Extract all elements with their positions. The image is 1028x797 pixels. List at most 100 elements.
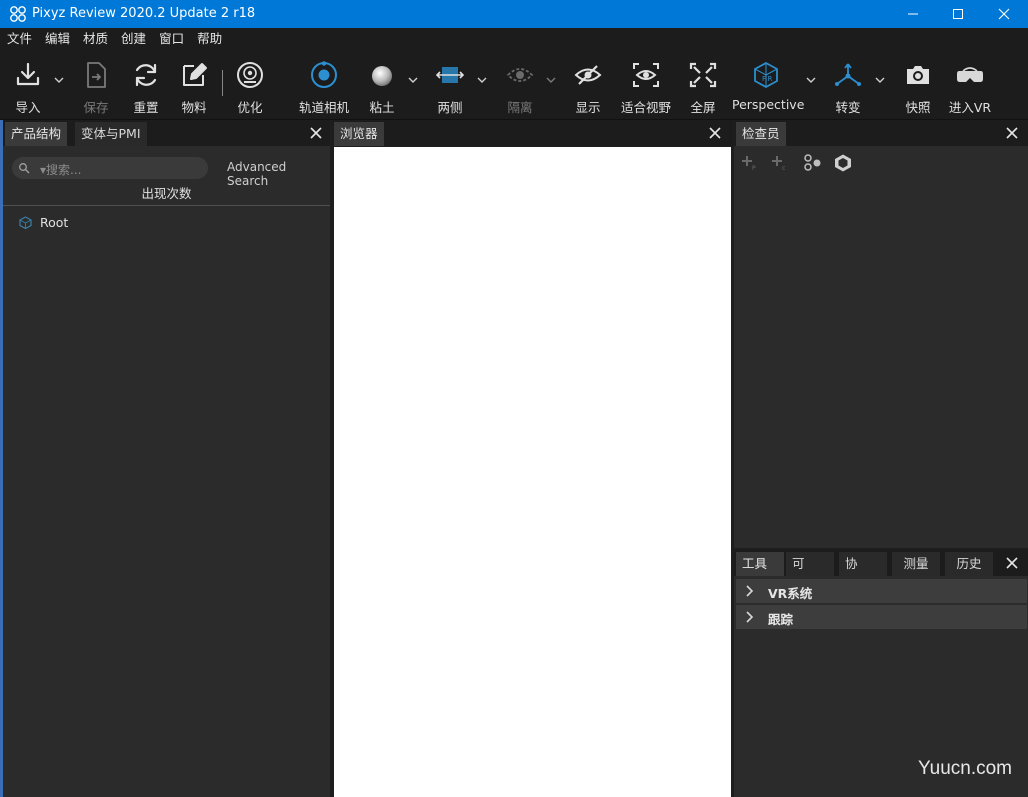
transform-button[interactable]: 转变 bbox=[828, 50, 868, 120]
menu-material[interactable]: 材质 bbox=[83, 28, 108, 50]
occurrence-column-header[interactable]: 出现次数 bbox=[3, 182, 330, 206]
chevron-right-icon bbox=[746, 611, 754, 623]
tab-collaboration[interactable]: 协同... bbox=[839, 552, 887, 595]
fit-view-label: 适合视野 bbox=[620, 100, 671, 115]
camera-icon bbox=[907, 66, 929, 84]
watermark: Yuucn.com bbox=[918, 758, 1012, 779]
clay-label: 粘土 bbox=[369, 100, 395, 115]
clay-dropdown-chevron-icon[interactable] bbox=[408, 76, 418, 84]
tree-item-label: Root bbox=[40, 214, 69, 230]
search-icon bbox=[19, 163, 30, 174]
3d-viewport[interactable] bbox=[334, 147, 731, 797]
transform-gizmo-icon bbox=[835, 63, 861, 86]
inspector-tabstrip: 检查员 bbox=[734, 120, 1028, 146]
close-icon[interactable] bbox=[1004, 555, 1020, 571]
enter-vr-label: 进入VR bbox=[948, 100, 992, 115]
snapshot-button[interactable]: 快照 bbox=[898, 50, 938, 120]
refresh-icon bbox=[135, 63, 157, 87]
fit-view-button[interactable]: 适合视野 bbox=[618, 50, 674, 120]
fullscreen-label: 全屏 bbox=[690, 100, 716, 115]
add-component-icon[interactable]: c bbox=[770, 153, 790, 173]
import-button[interactable]: 导入 bbox=[8, 50, 48, 120]
toolbar: 导入 保存 重置 物料 优化 轨道相机 粘土 两侧 隔离 显示 适合视野 全屏 … bbox=[0, 50, 1028, 120]
tab-variants-pmi[interactable]: 变体与PMI bbox=[75, 122, 147, 146]
transform-dropdown-chevron-icon[interactable] bbox=[875, 76, 885, 84]
title-bar: Pixyz Review 2020.2 Update 2 r18 bbox=[0, 0, 1028, 28]
isolate-eye-icon bbox=[506, 68, 534, 82]
maximize-icon bbox=[953, 9, 963, 19]
minimize-button[interactable] bbox=[890, 0, 936, 28]
toolbar-divider bbox=[222, 70, 223, 96]
fullscreen-button[interactable]: 全屏 bbox=[683, 50, 723, 120]
tab-tools[interactable]: 工具 bbox=[736, 552, 784, 576]
save-button[interactable]: 保存 bbox=[76, 50, 116, 120]
reset-label: 重置 bbox=[133, 100, 159, 115]
edit-pencil-icon bbox=[183, 63, 207, 86]
tab-viewer[interactable]: 浏览器 bbox=[334, 122, 384, 146]
snapshot-label: 快照 bbox=[905, 100, 931, 115]
download-icon bbox=[16, 62, 40, 86]
svg-text:R: R bbox=[768, 75, 773, 83]
save-file-icon bbox=[87, 62, 106, 88]
pixyz-logo-icon bbox=[10, 6, 26, 22]
search-input[interactable]: ▾搜索... bbox=[12, 157, 208, 179]
instances-icon[interactable] bbox=[802, 153, 822, 173]
clay-button[interactable]: 粘土 bbox=[362, 50, 402, 120]
fit-view-icon bbox=[633, 63, 659, 87]
optimize-button[interactable]: 优化 bbox=[230, 50, 270, 120]
clay-sphere-icon bbox=[372, 66, 392, 86]
tab-product-structure[interactable]: 产品结构 bbox=[5, 122, 68, 146]
gauge-icon bbox=[237, 62, 263, 88]
tab-inspector[interactable]: 检查员 bbox=[736, 122, 786, 146]
minimize-icon bbox=[908, 13, 918, 15]
import-dropdown-chevron-icon[interactable] bbox=[54, 76, 64, 84]
enter-vr-button[interactable]: 进入VR bbox=[946, 50, 994, 120]
reset-button[interactable]: 重置 bbox=[126, 50, 166, 120]
close-window-button[interactable] bbox=[981, 0, 1027, 28]
eye-slash-icon bbox=[574, 65, 602, 85]
tab-history[interactable]: 历史 bbox=[945, 552, 993, 576]
tab-measure[interactable]: 测量 bbox=[892, 552, 940, 576]
menu-window[interactable]: 窗口 bbox=[159, 28, 184, 50]
part-cube-icon[interactable] bbox=[833, 153, 853, 173]
maximize-button[interactable] bbox=[935, 0, 981, 28]
perspective-cube-icon: F R bbox=[754, 61, 778, 89]
save-label: 保存 bbox=[83, 100, 109, 115]
double-sided-icon bbox=[435, 67, 465, 83]
tool-item-vr-system[interactable]: VR系统 bbox=[736, 579, 1027, 603]
tools-tabstrip: 工具 可视... 协同... 测量 历史 bbox=[734, 550, 1028, 595]
show-button[interactable]: 显示 bbox=[568, 50, 608, 120]
orbit-camera-button[interactable]: 轨道相机 bbox=[296, 50, 352, 120]
window-title: Pixyz Review 2020.2 Update 2 r18 bbox=[32, 6, 256, 21]
tab-visibility[interactable]: 可视... bbox=[786, 552, 834, 595]
close-icon[interactable] bbox=[707, 125, 723, 141]
both-sides-dropdown-chevron-icon[interactable] bbox=[477, 76, 487, 84]
close-icon bbox=[998, 8, 1010, 20]
menu-help[interactable]: 帮助 bbox=[197, 28, 222, 50]
isolate-dropdown-chevron-icon[interactable] bbox=[546, 76, 556, 84]
both-sides-button[interactable]: 两侧 bbox=[430, 50, 470, 120]
svg-text:P: P bbox=[752, 165, 756, 172]
chevron-right-icon bbox=[746, 585, 754, 597]
close-icon[interactable] bbox=[308, 125, 324, 141]
isolate-button[interactable]: 隔离 bbox=[500, 50, 540, 120]
menu-edit[interactable]: 编辑 bbox=[45, 28, 70, 50]
isolate-label: 隔离 bbox=[507, 100, 533, 115]
show-label: 显示 bbox=[575, 100, 601, 115]
product-structure-panel: 产品结构 变体与PMI ▾搜索... Advanced Search 出现次数 … bbox=[3, 120, 330, 797]
tool-item-tracking[interactable]: 跟踪 bbox=[736, 605, 1027, 629]
orbit-camera-label: 轨道相机 bbox=[298, 100, 349, 115]
material-button[interactable]: 物料 bbox=[174, 50, 214, 120]
menu-file[interactable]: 文件 bbox=[7, 28, 32, 50]
perspective-dropdown-chevron-icon[interactable] bbox=[806, 76, 816, 84]
both-sides-label: 两侧 bbox=[437, 100, 463, 115]
vr-headset-icon bbox=[957, 67, 983, 82]
perspective-button[interactable]: F R Perspective bbox=[732, 50, 804, 120]
add-property-icon[interactable]: P bbox=[740, 153, 760, 173]
close-icon[interactable] bbox=[1004, 125, 1020, 141]
fullscreen-icon bbox=[689, 62, 717, 88]
tool-item-label: 跟踪 bbox=[768, 612, 794, 627]
tool-item-label: VR系统 bbox=[768, 586, 813, 601]
tree-item-root[interactable]: Root bbox=[19, 212, 68, 232]
menu-create[interactable]: 创建 bbox=[121, 28, 146, 50]
